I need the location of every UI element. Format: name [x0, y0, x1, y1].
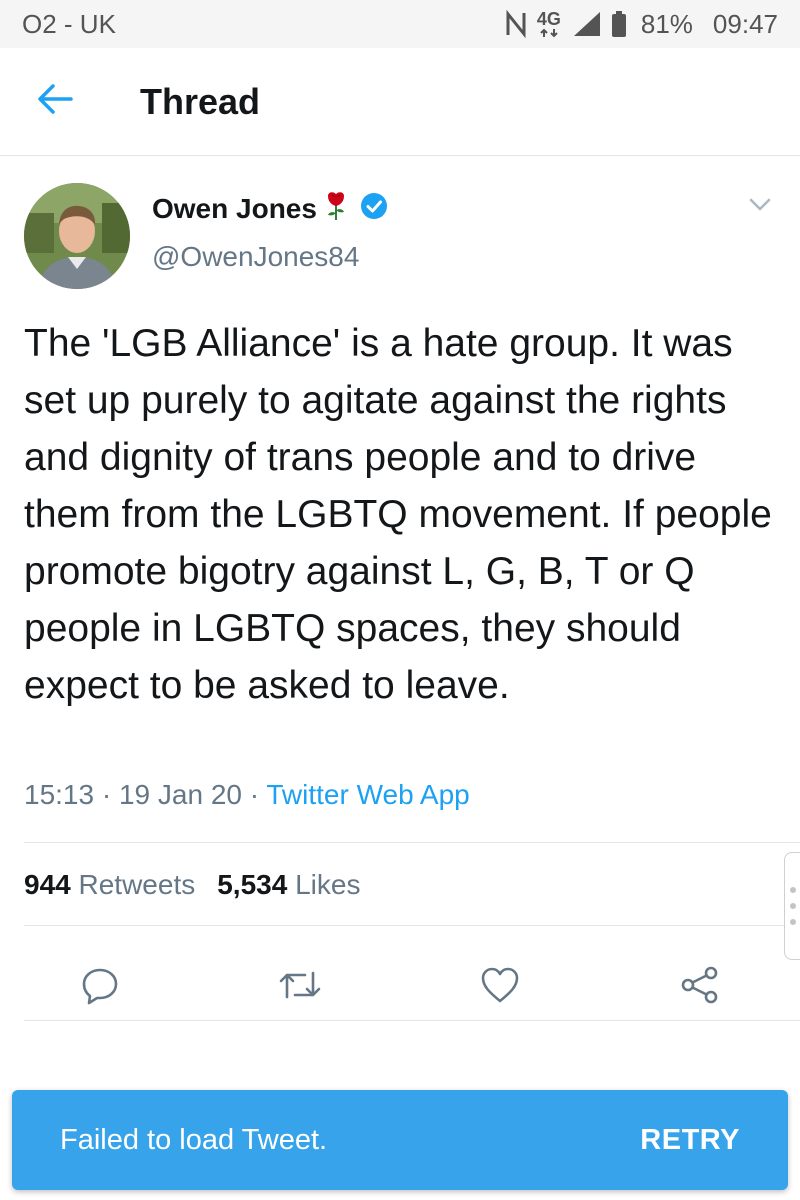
divider [24, 842, 800, 843]
signal-icon [571, 10, 601, 38]
scroll-handle[interactable] [784, 852, 800, 960]
retweet-button[interactable] [278, 965, 322, 1009]
network-4g-icon: 4G [537, 10, 561, 38]
share-button[interactable] [678, 965, 722, 1009]
user-handle[interactable]: @OwenJones84 [152, 241, 359, 273]
nfc-icon [505, 10, 527, 38]
tweet-meta: 15:13 · 19 Jan 20 · Twitter Web App [24, 779, 470, 811]
retweet-count: 944 [24, 869, 71, 900]
likes-label: Likes [295, 869, 361, 900]
clock: 09:47 [712, 8, 778, 39]
like-count: 5,534 [217, 869, 288, 900]
arrow-left-icon [37, 83, 73, 120]
status-bar: O2 - UK 4G 81% 09:47 [0, 0, 800, 48]
avatar[interactable] [24, 183, 130, 289]
tweet-text: The 'LGB Alliance' is a hate group. It w… [24, 322, 772, 707]
back-button[interactable] [0, 48, 110, 156]
reply-icon [80, 965, 120, 1010]
status-icons: 4G 81% 09:47 [505, 9, 778, 40]
retweets-label: Retweets [78, 869, 196, 900]
page-title: Thread [140, 80, 261, 122]
rose-icon [323, 191, 349, 226]
reply-button[interactable] [78, 965, 122, 1009]
tweet-stats: 944 Retweets 5,534 Likes [24, 869, 360, 901]
like-button[interactable] [478, 965, 522, 1009]
tweet-time: 15:13 [24, 779, 95, 810]
display-name[interactable]: Owen Jones [152, 193, 317, 225]
snackbar-message: Failed to load Tweet. [60, 1123, 328, 1156]
tweet-actions [0, 947, 800, 1021]
divider [24, 925, 800, 926]
retry-button[interactable]: RETRY [640, 1124, 740, 1157]
retweets-stat[interactable]: 944 Retweets [24, 869, 195, 900]
network-label: 4G [536, 9, 561, 29]
tweet-source-link[interactable]: Twitter Web App [266, 779, 469, 810]
author-name-row: Owen Jones [152, 191, 389, 226]
tweet-date: 19 Jan 20 [118, 779, 242, 810]
tweet-menu-button[interactable] [748, 197, 772, 218]
error-snackbar: Failed to load Tweet. RETRY [12, 1090, 788, 1190]
likes-stat[interactable]: 5,534 Likes [217, 869, 360, 900]
meta-separator: · [101, 779, 119, 810]
retweet-icon [278, 967, 322, 1008]
chevron-down-icon [748, 198, 772, 217]
share-icon [680, 965, 720, 1010]
like-icon [480, 966, 520, 1009]
carrier-label: O2 - UK [22, 8, 116, 39]
meta-separator: · [249, 779, 267, 810]
battery-icon [611, 10, 627, 38]
thread-header: Thread [0, 48, 800, 156]
battery-level: 81% [640, 8, 693, 39]
verified-badge-icon [359, 191, 389, 226]
divider [24, 1020, 800, 1021]
